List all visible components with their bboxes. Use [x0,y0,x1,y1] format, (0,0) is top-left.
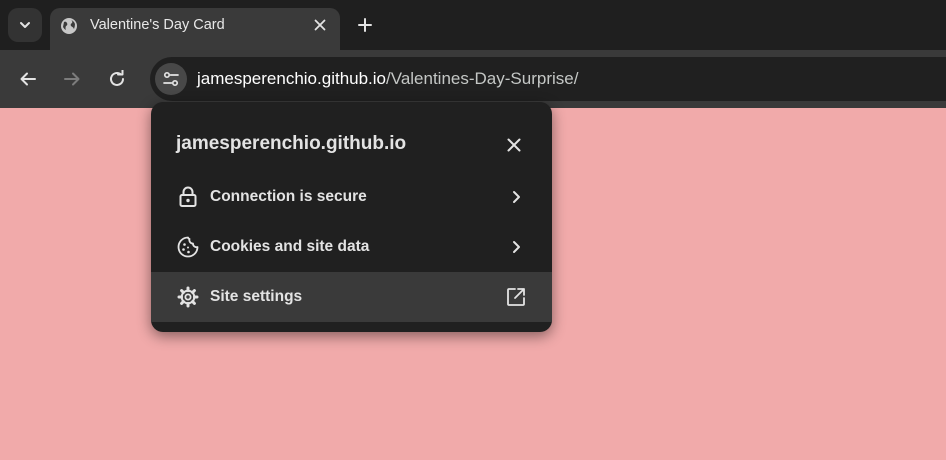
cookie-icon [176,235,200,259]
new-tab-button[interactable] [353,13,377,37]
toolbar: jamesperenchio.github.io/Valentines-Day-… [0,50,946,108]
back-button[interactable] [13,64,43,94]
tab-strip: Valentine's Day Card [0,0,946,50]
chevron-right-icon [505,236,527,258]
connection-secure-item[interactable]: Connection is secure [151,172,552,222]
tab-search-button[interactable] [8,8,42,42]
gear-icon [176,285,200,309]
plus-icon [358,18,372,32]
address-bar[interactable]: jamesperenchio.github.io/Valentines-Day-… [150,57,946,101]
chevron-down-icon [20,22,30,28]
site-info-button[interactable] [155,63,187,95]
forward-button[interactable] [57,64,87,94]
chevron-right-icon [505,186,527,208]
tab-title: Valentine's Day Card [90,17,225,33]
site-info-popup: jamesperenchio.github.io Connection is s… [151,102,552,332]
cookies-site-data-item[interactable]: Cookies and site data [151,222,552,272]
popup-close-button[interactable] [503,134,525,156]
external-link-icon [505,286,527,308]
arrow-right-icon [64,72,80,86]
url-path: /Valentines-Day-Surprise/ [386,69,579,88]
connection-secure-label: Connection is secure [210,188,367,205]
url-text[interactable]: jamesperenchio.github.io/Valentines-Day-… [197,69,578,89]
globe-icon [61,18,77,34]
cookies-site-data-label: Cookies and site data [210,238,370,255]
lock-icon [176,185,200,209]
tab-close-button[interactable] [310,15,330,35]
reload-icon [110,70,124,86]
site-settings-item[interactable]: Site settings [151,272,552,322]
tune-icon [163,71,179,87]
arrow-left-icon [20,72,36,86]
tab-valentines-day-card[interactable]: Valentine's Day Card [50,8,340,50]
popup-title: jamesperenchio.github.io [176,133,407,154]
url-host: jamesperenchio.github.io [197,69,387,88]
reload-button[interactable] [102,64,132,94]
close-icon [507,138,521,152]
close-icon [314,19,326,31]
site-settings-label: Site settings [210,288,303,305]
